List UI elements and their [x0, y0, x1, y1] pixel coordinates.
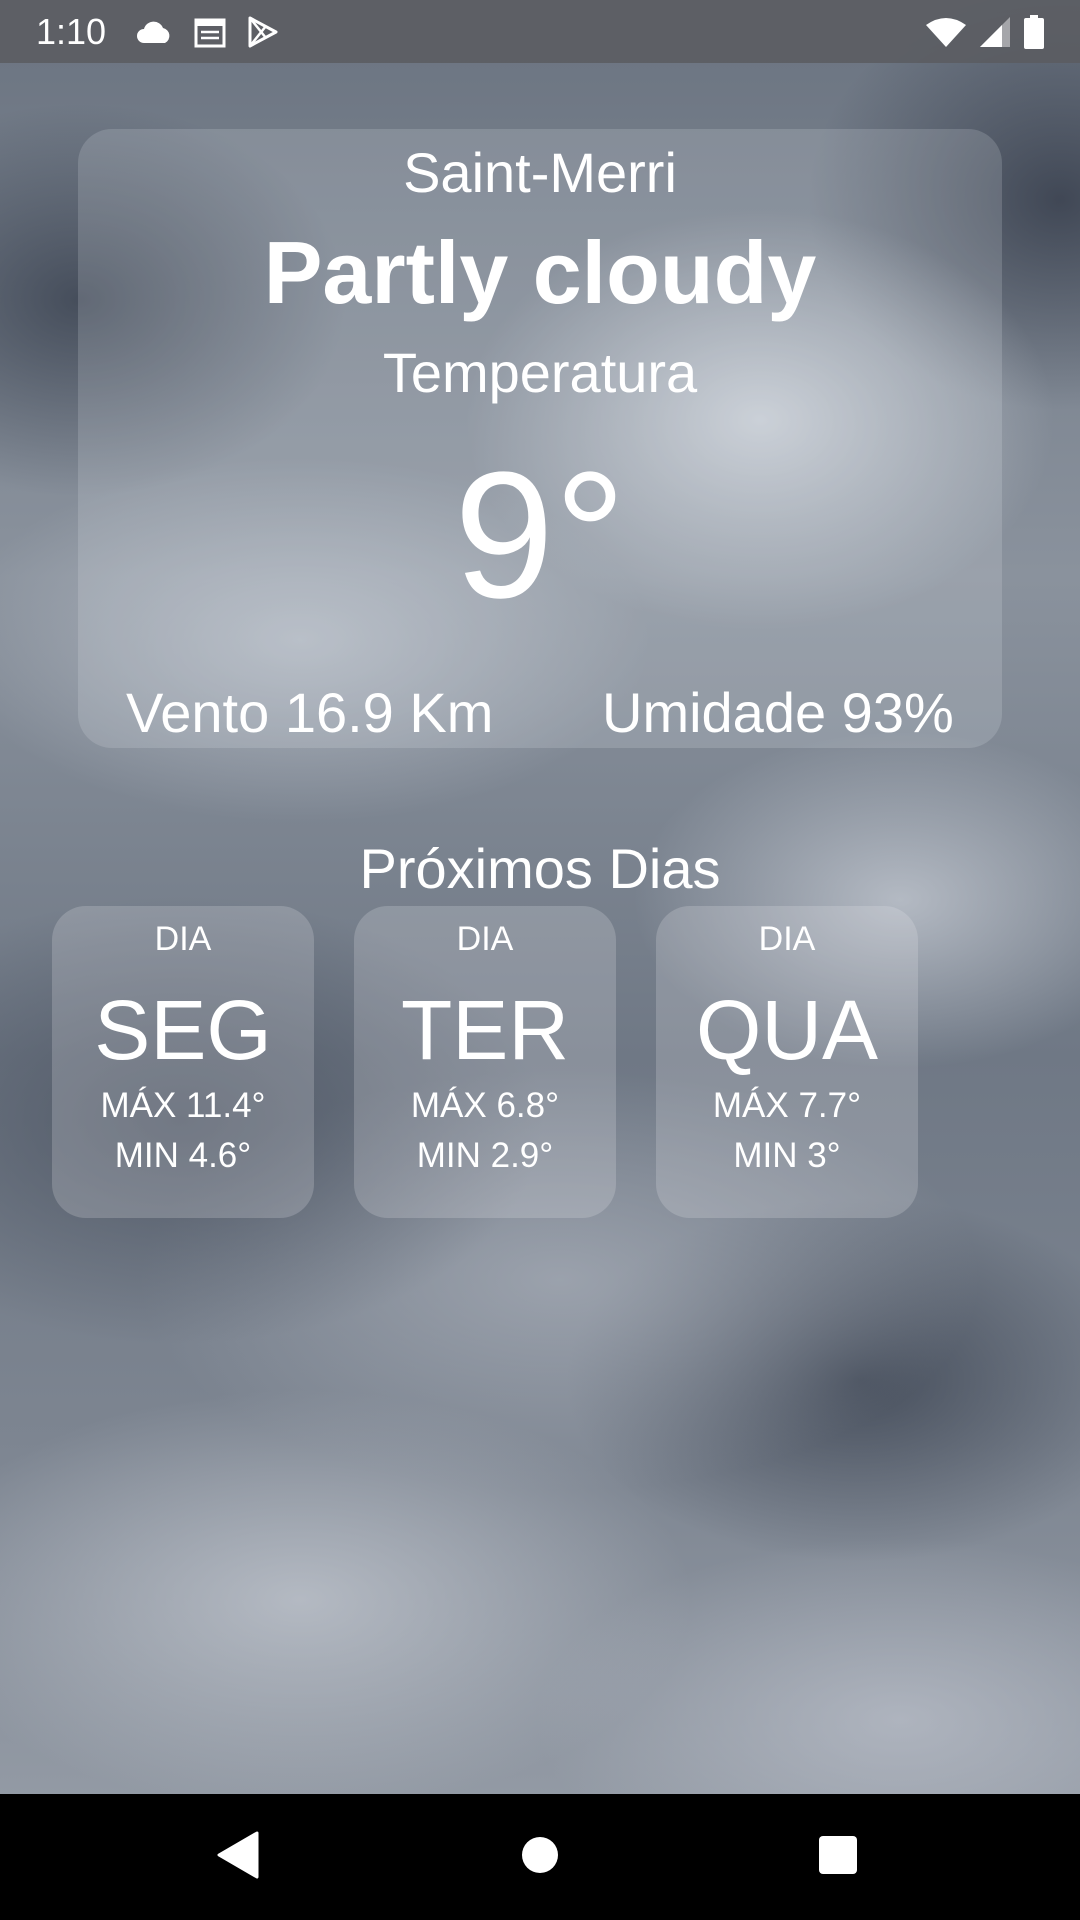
day-max-temp: MÁX 7.7° — [712, 1086, 862, 1125]
day-min-temp: MIN 2.9° — [416, 1136, 554, 1175]
status-bar: 1:10 — [0, 0, 1080, 63]
day-max-temp: MÁX 11.4° — [100, 1086, 266, 1125]
signal-icon — [980, 16, 1010, 47]
battery-icon — [1024, 14, 1044, 49]
day-label: DIA — [758, 920, 816, 958]
cloud-icon — [136, 19, 172, 45]
recents-icon — [818, 1835, 858, 1880]
day-min-temp: MIN 4.6° — [114, 1136, 252, 1175]
forecast-day-card: DIA SEG MÁX 11.4° MIN 4.6° — [52, 906, 314, 1218]
day-min-temp: MIN 3° — [733, 1136, 841, 1175]
day-name: SEG — [94, 983, 272, 1077]
recents-button[interactable] — [778, 1794, 898, 1920]
play-store-icon — [248, 16, 278, 48]
home-button[interactable] — [480, 1794, 600, 1920]
system-icons — [926, 14, 1044, 49]
weather-condition: Partly cloudy — [263, 223, 817, 322]
home-icon — [520, 1835, 560, 1880]
temperature-value: 9° — [453, 435, 627, 636]
day-name: TER — [401, 983, 569, 1077]
day-label: DIA — [456, 920, 514, 958]
back-icon — [217, 1831, 259, 1884]
day-max-temp: MÁX 6.8° — [410, 1086, 560, 1125]
status-time: 1:10 — [36, 10, 107, 52]
wind-speed: Vento 16.9 Km — [126, 681, 494, 744]
day-name: QUA — [695, 983, 879, 1077]
humidity: Umidade 93% — [602, 681, 954, 744]
back-button[interactable] — [178, 1794, 298, 1920]
calendar-icon — [194, 16, 226, 48]
forecast-title: Próximos Dias — [359, 837, 721, 900]
wifi-icon — [926, 17, 966, 47]
notification-icons — [136, 16, 278, 48]
forecast-day-card: DIA TER MÁX 6.8° MIN 2.9° — [354, 906, 616, 1218]
forecast-day-card: DIA QUA MÁX 7.7° MIN 3° — [656, 906, 918, 1218]
day-label: DIA — [154, 920, 212, 958]
city-name: Saint-Merri — [403, 141, 677, 204]
navigation-bar — [0, 1794, 1080, 1920]
temperature-label: Temperatura — [382, 341, 698, 404]
